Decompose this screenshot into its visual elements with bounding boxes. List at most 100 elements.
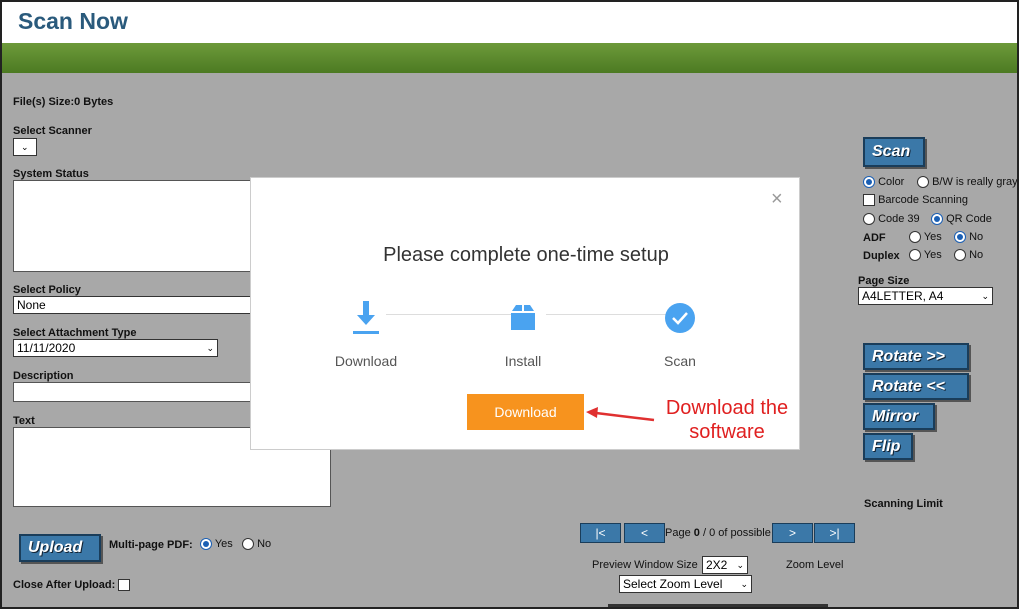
page-title: Scan Now <box>18 8 128 34</box>
rotate-right-button[interactable]: Rotate >> <box>863 343 969 370</box>
scanner-select[interactable]: ⌄ <box>13 138 37 156</box>
barcode-label: Barcode Scanning <box>878 194 968 206</box>
attachment-type-select[interactable]: 11/11/2020 ⌄ <box>13 339 218 357</box>
preview-edge <box>608 604 828 607</box>
attachment-type-label: Select Attachment Type <box>13 327 137 339</box>
zoom-value: Select Zoom Level <box>623 577 723 591</box>
chevron-down-icon: ⌄ <box>981 290 989 301</box>
modal-title: Please complete one-time setup <box>383 244 669 266</box>
radio-no[interactable] <box>242 538 254 551</box>
select-scanner-label: Select Scanner <box>13 125 92 137</box>
policy-select[interactable]: None <box>13 296 258 314</box>
step-scan: Scan <box>620 298 740 369</box>
step-install: Install <box>463 298 583 369</box>
radio-duplex-yes[interactable] <box>909 249 921 262</box>
annotation-arrow <box>586 407 655 422</box>
duplex-label: Duplex <box>863 250 900 262</box>
multipage-no[interactable]: No <box>242 538 272 551</box>
box-icon <box>463 298 583 338</box>
preview-size-value: 2X2 <box>706 558 728 572</box>
text-label: Text <box>13 415 35 427</box>
preview-size-select[interactable]: 2X2 ⌄ <box>702 556 748 574</box>
radio-yes[interactable] <box>200 538 212 551</box>
step-label: Install <box>504 353 542 369</box>
yes-label: Yes <box>923 231 942 243</box>
annotation-line-1: Download the <box>665 397 789 419</box>
page-indicator: Page 0 / 0 of possible <box>665 527 771 539</box>
download-button[interactable]: Download <box>467 394 584 430</box>
duplex-yes[interactable]: Yes <box>909 249 942 262</box>
radio-duplex-no[interactable] <box>954 249 966 262</box>
policy-value: None <box>17 298 46 312</box>
color-option[interactable]: Color <box>863 176 905 189</box>
last-page-button[interactable]: >| <box>814 523 855 543</box>
radio-adf-no[interactable] <box>954 231 966 244</box>
bw-label: B/W is really gray <box>932 176 1018 188</box>
page-current: 0 <box>693 527 700 539</box>
multipage-label: Multi-page PDF: <box>109 539 193 551</box>
duplex-no[interactable]: No <box>954 249 984 262</box>
close-after-upload-checkbox[interactable] <box>118 579 131 592</box>
preview-label: Preview Window Size <box>592 559 698 571</box>
select-policy-label: Select Policy <box>13 284 81 296</box>
close-after-upload-label: Close After Upload: <box>13 579 116 591</box>
radio-adf-yes[interactable] <box>909 231 921 244</box>
page-prefix: Page <box>665 527 691 539</box>
system-status-label: System Status <box>13 168 89 180</box>
radio-color[interactable] <box>863 176 875 189</box>
chevron-down-icon: ⌄ <box>206 342 214 353</box>
barcode-checkbox[interactable] <box>863 194 875 207</box>
color-label: Color <box>878 176 905 188</box>
adf-yes[interactable]: Yes <box>909 231 942 244</box>
barcode-option[interactable]: Barcode Scanning <box>863 194 968 207</box>
title-bar: Scan Now <box>2 2 1017 43</box>
zoom-select[interactable]: Select Zoom Level ⌄ <box>619 575 752 593</box>
multipage-yes[interactable]: Yes <box>200 538 233 551</box>
mirror-button[interactable]: Mirror <box>863 403 935 430</box>
system-status-box <box>13 180 258 272</box>
chevron-down-icon: ⌄ <box>21 141 29 152</box>
close-icon[interactable]: × <box>771 188 783 211</box>
prev-page-button[interactable]: < <box>624 523 665 543</box>
file-size-label: File(s) Size:0 Bytes <box>13 96 114 108</box>
bw-option[interactable]: B/W is really gray <box>917 176 1018 189</box>
check-circle-icon <box>620 298 740 338</box>
description-label: Description <box>13 370 74 382</box>
no-label: No <box>257 538 272 550</box>
no-label: No <box>969 231 984 243</box>
annotation-line-2: software <box>689 421 765 443</box>
header-band <box>2 43 1017 73</box>
page-size-label: Page Size <box>858 275 910 287</box>
qrcode-label: QR Code <box>946 213 992 225</box>
close-after-upload: Close After Upload: <box>13 579 131 592</box>
chevron-down-icon: ⌄ <box>736 559 744 570</box>
step-label: Download <box>334 353 398 369</box>
adf-label: ADF <box>863 232 886 244</box>
page-size-value: A4LETTER, A4 <box>862 289 944 303</box>
upload-button[interactable]: Upload <box>19 534 101 562</box>
no-label: No <box>969 249 984 261</box>
radio-qrcode[interactable] <box>931 213 943 226</box>
download-icon <box>306 298 426 338</box>
first-page-button[interactable]: |< <box>580 523 621 543</box>
attachment-value: 11/11/2020 <box>17 341 76 355</box>
step-download: Download <box>306 298 426 369</box>
scan-button[interactable]: Scan <box>863 137 925 167</box>
rotate-left-button[interactable]: Rotate << <box>863 373 969 400</box>
next-page-button[interactable]: > <box>772 523 813 543</box>
qrcode-option[interactable]: QR Code <box>931 213 992 226</box>
radio-code39[interactable] <box>863 213 875 226</box>
step-label: Scan <box>664 353 696 369</box>
page-suffix: / 0 of possible <box>702 527 771 539</box>
adf-no[interactable]: No <box>954 231 984 244</box>
description-field[interactable] <box>13 382 258 402</box>
radio-bw[interactable] <box>917 176 929 189</box>
page-size-select[interactable]: A4LETTER, A4 ⌄ <box>858 287 993 305</box>
flip-button[interactable]: Flip <box>863 433 913 460</box>
yes-label: Yes <box>923 249 942 261</box>
code39-label: Code 39 <box>878 213 920 225</box>
yes-label: Yes <box>214 538 233 550</box>
zoom-label: Zoom Level <box>786 559 844 571</box>
code39-option[interactable]: Code 39 <box>863 213 920 226</box>
annotation-callout: Download the software <box>654 396 800 444</box>
